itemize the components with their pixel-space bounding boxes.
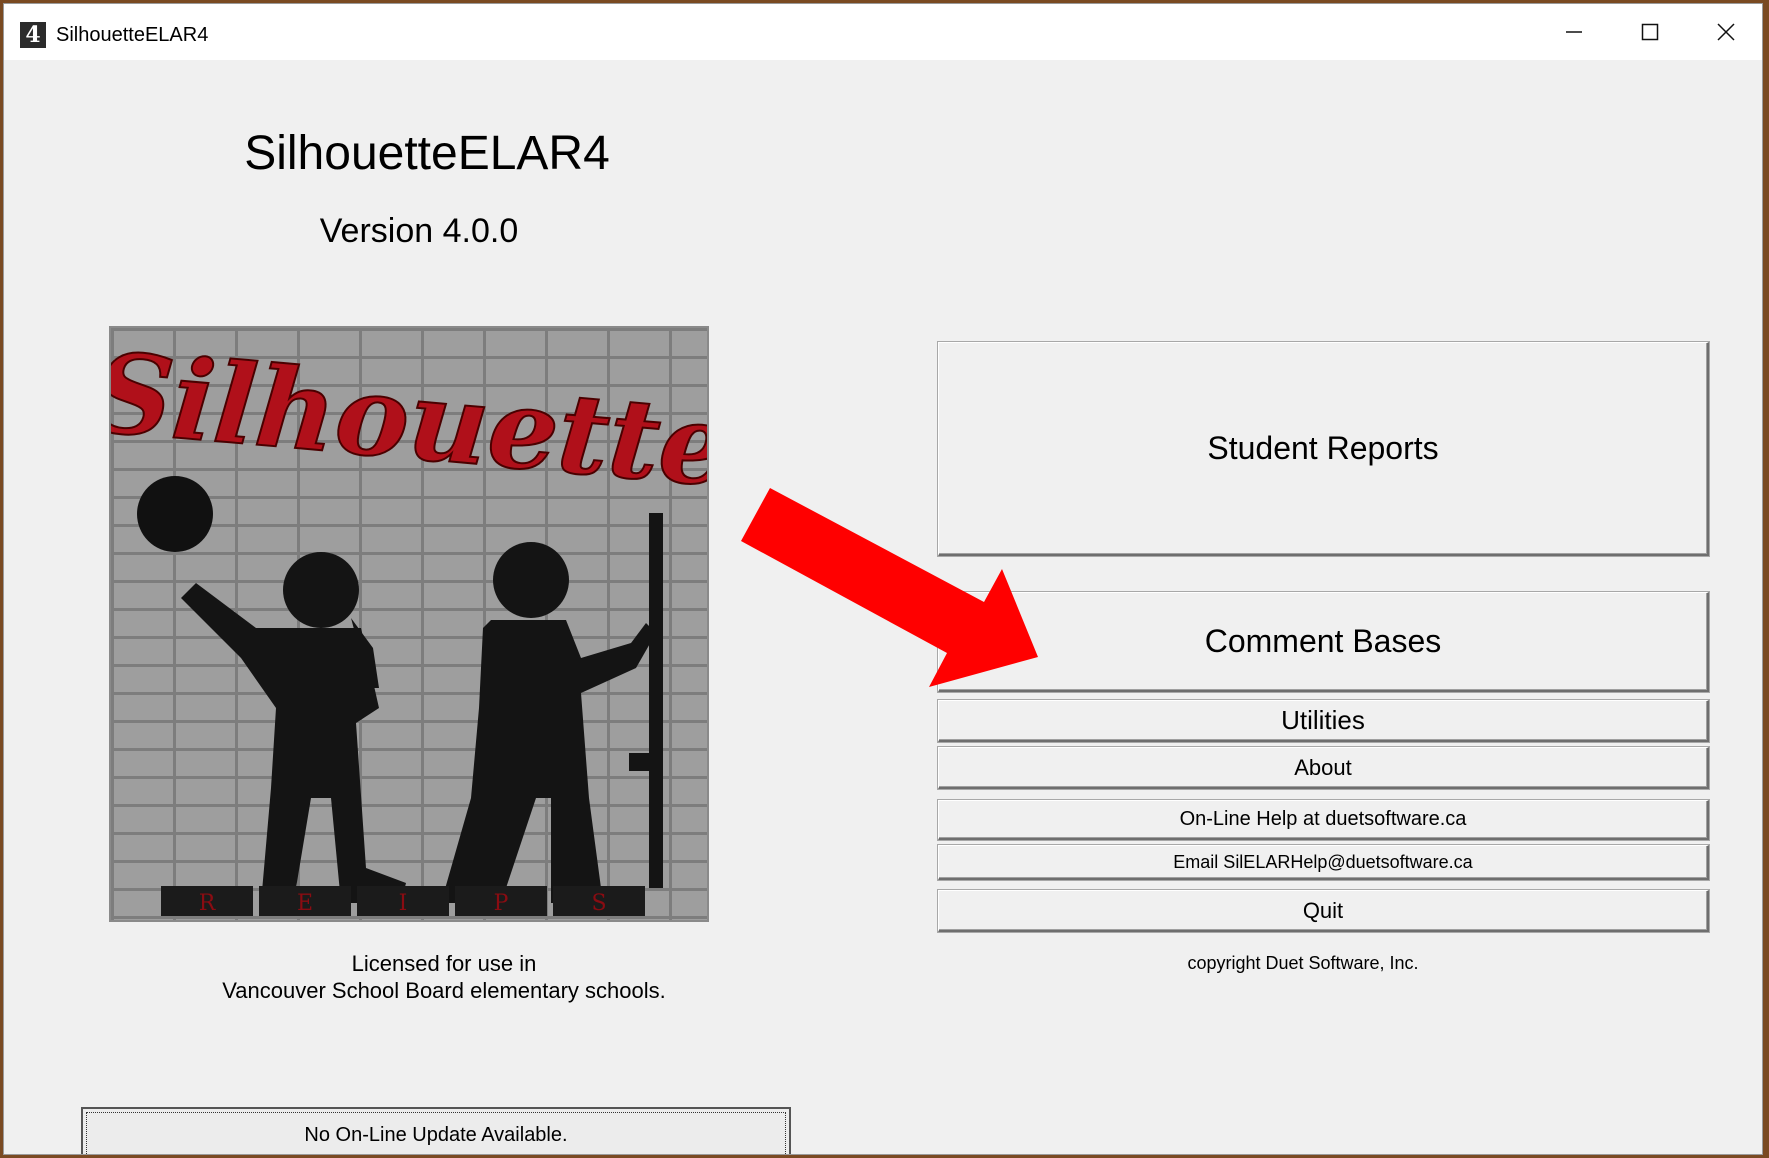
- copyright-text: copyright Duet Software, Inc.: [1187, 953, 1419, 973]
- silhouette-logo: Silhouette R E I P S: [109, 326, 709, 922]
- utilities-button[interactable]: Utilities: [938, 700, 1709, 742]
- pole-shape: [649, 513, 663, 888]
- logo-letter: E: [297, 891, 313, 916]
- boy-silhouette: [441, 542, 656, 903]
- logo-letter: S: [591, 891, 606, 916]
- student-reports-button[interactable]: Student Reports: [938, 342, 1709, 556]
- main-content: SilhouetteELAR4 Version 4.0.0 Silhouette: [4, 60, 1762, 1154]
- license-line: Vancouver School Board elementary school…: [222, 978, 666, 1003]
- online-help-button[interactable]: On-Line Help at duetsoftware.ca: [938, 800, 1709, 840]
- window-title: SilhouetteELAR4: [56, 24, 209, 46]
- maximize-icon: [1641, 23, 1659, 41]
- minimize-icon: [1566, 31, 1582, 33]
- app-title: SilhouetteELAR4: [244, 127, 610, 180]
- close-button[interactable]: [1688, 4, 1762, 60]
- title-bar[interactable]: 4 SilhouetteELAR4: [4, 4, 1762, 60]
- pole-foot: [629, 753, 649, 771]
- comment-bases-button[interactable]: Comment Bases: [938, 592, 1709, 692]
- email-help-button[interactable]: Email SilELARHelp@duetsoftware.ca: [938, 845, 1709, 880]
- online-update-button[interactable]: No On-Line Update Available.: [81, 1107, 791, 1154]
- license-text: Licensed for use in Vancouver School Boa…: [144, 950, 744, 1004]
- license-line: Licensed for use in: [351, 951, 537, 976]
- logo-letter: R: [199, 891, 217, 916]
- maximize-button[interactable]: [1612, 4, 1688, 60]
- minimize-button[interactable]: [1536, 4, 1612, 60]
- logo-letter: I: [399, 891, 408, 916]
- logo-title: Silhouette: [111, 328, 707, 512]
- logo-artwork: Silhouette R E I P S: [111, 328, 707, 916]
- app-icon: 4: [20, 22, 46, 48]
- logo-letter: P: [494, 891, 509, 916]
- ball-shape: [137, 476, 213, 552]
- close-icon: [1717, 23, 1735, 41]
- app-window: 4 SilhouetteELAR4 SilhouetteELAR4 Versio…: [3, 3, 1763, 1155]
- version-label: Version 4.0.0: [319, 212, 519, 250]
- about-button[interactable]: About: [938, 747, 1709, 789]
- quit-button[interactable]: Quit: [938, 890, 1709, 932]
- girl-silhouette: [181, 552, 406, 903]
